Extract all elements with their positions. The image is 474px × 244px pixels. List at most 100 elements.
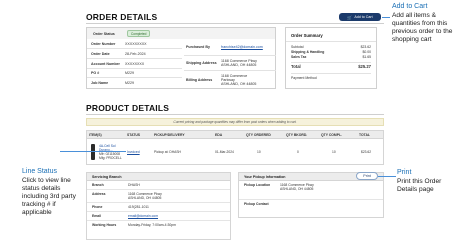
purchased-by-email-link[interactable]: franchise42@domain.com (221, 45, 263, 49)
order-status-label: Order Status (93, 31, 115, 36)
summary-label: Sales Tax (291, 55, 307, 59)
line-status-link[interactable]: Invoiced (127, 150, 140, 154)
order-fields-right: Purchased By franchise42@domain.com Ship… (184, 39, 276, 89)
add-to-cart-callout-line (382, 17, 390, 18)
field-label: Account Number (91, 61, 120, 66)
servicing-branch-panel: Servicing Branch Branch DHASH Address 11… (86, 172, 231, 240)
address-line: ASHLAND, OH 44805 (128, 196, 162, 201)
billing-label: Billing Address (186, 78, 213, 82)
branch-value: DHASH (128, 183, 140, 187)
field-value: M229 (125, 80, 134, 85)
phone-label: Phone (92, 205, 103, 209)
shipping-address: 1168 Commerce Pkwy ASHLAND, OH 44805 (221, 59, 257, 67)
branch-address: 1168 Commerce Pkwy ASHLAND, OH 44805 (128, 192, 162, 200)
callout-line: Print this Order (397, 178, 442, 185)
address-row: Address 1168 Commerce Pkwy ASHLAND, OH 4… (87, 190, 230, 203)
product-info: 4A-Cell Sol Durano... Mfr: 02115008 Mfg:… (99, 144, 127, 160)
pickup-location-row: Pickup Location 1168 Commerce Pkwy ASHLA… (239, 181, 383, 200)
phone-value: 419(281-1011 (128, 205, 149, 209)
pickup-location-label: Pickup Location (244, 183, 271, 187)
col-total: TOTAL (359, 132, 370, 137)
billing-row: Billing Address 1168 Commerce Parkway AS… (184, 71, 276, 89)
col-pickup-delivery: PICKUP/DELIVERY (154, 132, 185, 137)
field-label: PO # (91, 71, 100, 75)
pickup-delivery-value: Pickup at: DHASH (154, 150, 181, 154)
callout-line: Add all items & (392, 12, 436, 19)
col-items: ITEM(S) (89, 132, 102, 137)
field-row: PO # M229 (87, 69, 182, 78)
email-label: Email (92, 214, 102, 218)
payment-method-row: Payment Method (291, 73, 371, 80)
callout-line: Click to view line (22, 177, 71, 184)
col-eda: EDA (215, 132, 223, 137)
field-row: Account Number XXXXXXXX (87, 59, 182, 69)
field-value: 28-Feb-2024 (125, 51, 146, 56)
line-status-callout-text: Click to view line status details includ… (22, 177, 86, 217)
qty-ordered-value: 10 (257, 150, 261, 154)
working-hours-row: Working Hours Monday-Friday, 7:00am-4:30… (87, 221, 230, 231)
product-details-title: PRODUCT DETAILS (86, 103, 170, 113)
pickup-contact-label: Pickup Contact (244, 202, 269, 206)
working-hours-label: Working Hours (92, 223, 117, 227)
summary-total-label: Total (291, 64, 301, 69)
payment-method-label: Payment Method (291, 76, 317, 80)
add-to-cart-button[interactable]: 🛒 Add to Cart (339, 13, 381, 21)
address-line: ASHLAND, OH 44805 (280, 187, 314, 192)
address-line: ASHLAND, OH 44805 (221, 82, 257, 86)
email-row: Email email@domain.com (87, 212, 230, 221)
field-value: M229 (125, 71, 134, 75)
pricing-notice: Current pricing and package quantities m… (86, 118, 384, 126)
print-button[interactable]: Print (356, 172, 378, 180)
line-total-value: $23.62 (361, 150, 372, 154)
line-status-callout-title: Line Status (22, 168, 58, 175)
order-details-title: ORDER DETAILS (86, 12, 158, 22)
phone-row: Phone 419(281-1011 (87, 203, 230, 212)
product-mfg: Mfg: PROCELL (99, 156, 122, 160)
callout-line: applicable (22, 209, 52, 216)
pickup-location-address: 1168 Commerce Pkwy ASHLAND, OH 44805 (280, 183, 314, 197)
field-value: XXXXXXXXX (125, 41, 147, 46)
callout-line: shopping cart (392, 36, 432, 43)
address-line: ASHLAND, OH 44805 (221, 63, 257, 67)
order-summary-title: Order Summary (286, 28, 376, 42)
cart-icon: 🛒 (347, 14, 353, 20)
summary-row: Sales Tax $1.65 (291, 55, 371, 60)
billing-address: 1168 Commerce Parkway ASHLAND, OH 44805 (221, 74, 256, 86)
branch-label: Branch (92, 183, 104, 187)
field-label: Order Number (91, 41, 116, 46)
field-row: Order Number XXXXXXXXX (87, 39, 182, 49)
title-divider (86, 23, 384, 24)
order-summary-box: Order Summary Subtotal $23.62 Shipping &… (285, 27, 377, 89)
working-hours-value: Monday-Friday, 7:00am-4:30pm (128, 223, 176, 227)
add-to-cart-callout-title: Add to Cart (392, 3, 428, 10)
summary-value: $1.65 (362, 55, 372, 59)
product-image[interactable] (91, 144, 95, 160)
callout-line: tracking # if (22, 201, 56, 208)
address-label: Address (92, 192, 106, 196)
col-qty-ordered: QTY ORDERED (246, 132, 271, 137)
field-value: XXXXXXXX (125, 61, 145, 66)
order-details-box: Order Status Completed Order Number XXXX… (86, 27, 276, 89)
summary-total-row: Total $25.27 (291, 62, 371, 69)
print-callout-line (378, 176, 396, 177)
summary-rows: Subtotal $23.62 Shipping & Handling $0.0… (286, 42, 376, 80)
col-qty-compl: QTY COMPL. (321, 132, 343, 137)
callout-line: previous order to the (392, 28, 453, 35)
field-label: Order Date (91, 51, 110, 56)
field-row: Order Date 28-Feb-2024 (87, 49, 182, 59)
print-callout-title: Print (397, 169, 412, 176)
shipping-row: Shipping Address 1168 Commerce Pkwy ASHL… (184, 56, 276, 71)
callout-line: including 3rd party (22, 193, 76, 200)
branch-email-link[interactable]: email@domain.com (128, 214, 158, 218)
col-status: STATUS (127, 132, 141, 137)
field-row: Job Name M229 (87, 78, 182, 87)
field-label: Job Name (91, 80, 109, 85)
callout-line: Details page (397, 186, 434, 193)
purchased-by-label: Purchased By (186, 45, 210, 49)
summary-total-value: $25.27 (358, 64, 371, 69)
add-to-cart-callout-text: Add all items & quantities from this pre… (392, 12, 472, 44)
eda-value: 01-Mar-2024 (215, 150, 234, 154)
branch-row: Branch DHASH (87, 181, 230, 190)
qty-compl-value: 10 (332, 150, 336, 154)
print-callout-text: Print this Order Details page (397, 178, 472, 194)
